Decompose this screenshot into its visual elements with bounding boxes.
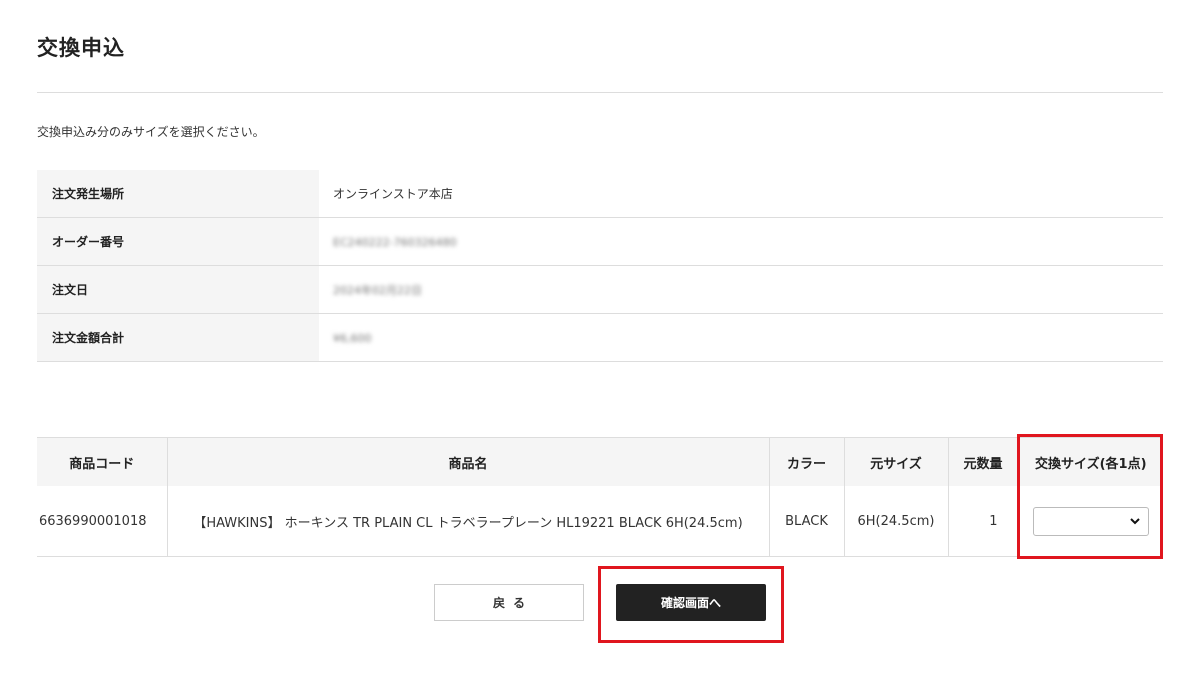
product-table: 商品コード 商品名 カラー 元サイズ 元数量 交換サイズ(各1点) 663699… <box>37 437 1163 557</box>
order-total-value: ¥6,600 <box>333 331 372 345</box>
title-divider <box>37 92 1163 93</box>
header-product-code: 商品コード <box>37 437 167 486</box>
order-total-label: 注文金額合計 <box>37 313 319 362</box>
order-info-row: 注文日 2024年02月22日 <box>37 265 1163 314</box>
table-row: 6636990001018 【HAWKINS】 ホーキンス TR PLAIN C… <box>37 486 1163 557</box>
exchange-size-cell <box>1017 486 1163 557</box>
order-location-value: オンラインストア本店 <box>319 170 1163 218</box>
order-info-row: 注文発生場所 オンラインストア本店 <box>37 170 1163 218</box>
chevron-down-icon <box>1130 517 1140 524</box>
order-number-label: オーダー番号 <box>37 217 319 266</box>
header-color: カラー <box>768 437 844 486</box>
order-info-row: 注文金額合計 ¥6,600 <box>37 313 1163 362</box>
header-exchange-size: 交換サイズ(各1点) <box>1017 437 1163 486</box>
confirm-button[interactable]: 確認画面へ <box>616 584 766 621</box>
product-table-header: 商品コード 商品名 カラー 元サイズ 元数量 交換サイズ(各1点) <box>37 437 1163 486</box>
back-button[interactable]: 戻る <box>434 584 584 621</box>
product-color-cell: BLACK <box>768 486 844 557</box>
instruction-text: 交換申込み分のみサイズを選択ください。 <box>37 125 265 139</box>
order-location-label: 注文発生場所 <box>37 170 319 218</box>
exchange-request-page: 交換申込 交換申込み分のみサイズを選択ください。 注文発生場所 オンラインストア… <box>0 0 1200 687</box>
header-product-name: 商品名 <box>166 437 769 486</box>
header-original-size: 元サイズ <box>843 437 948 486</box>
order-info-row: オーダー番号 EC240222-760326480 <box>37 217 1163 266</box>
order-info-table: 注文発生場所 オンラインストア本店 オーダー番号 EC240222-760326… <box>37 170 1163 362</box>
product-name-cell: 【HAWKINS】 ホーキンス TR PLAIN CL トラベラープレーン HL… <box>166 486 769 557</box>
order-date-value: 2024年02月22日 <box>333 283 422 297</box>
product-original-quantity-cell: 1 <box>947 486 1018 557</box>
product-original-size-cell: 6H(24.5cm) <box>843 486 948 557</box>
product-code-cell: 6636990001018 <box>37 486 167 557</box>
order-number-value: EC240222-760326480 <box>333 235 457 249</box>
order-date-label: 注文日 <box>37 265 319 314</box>
header-original-quantity: 元数量 <box>947 437 1018 486</box>
exchange-size-select[interactable] <box>1032 506 1149 536</box>
page-title: 交換申込 <box>37 36 125 60</box>
